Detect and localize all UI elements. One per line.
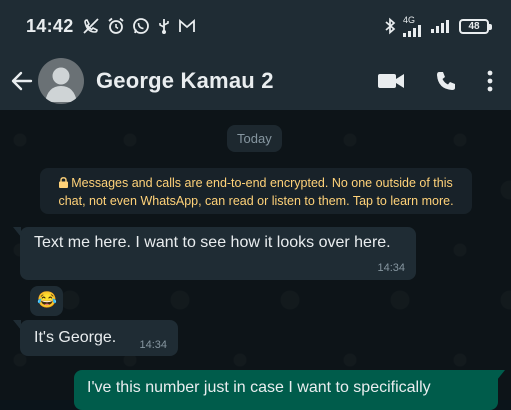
status-time: 14:42 [26,15,74,36]
contact-avatar[interactable] [38,58,84,104]
message-text: Text me here. I want to see how it looks… [34,234,391,251]
message-time: 14:34 [377,262,405,274]
bubble-tail [13,227,21,237]
encryption-notice[interactable]: Messages and calls are end-to-end encryp… [40,168,472,214]
chat-area[interactable]: Today Messages and calls are end-to-end … [0,110,511,410]
lock-icon [59,175,69,188]
avatar-icon [45,67,77,102]
bubble-tail [497,370,505,380]
network-type-label: 4G [403,14,416,25]
status-bar: 14:42 4G 48 [0,0,511,52]
signal-icon: 4G [403,14,425,37]
encryption-notice-text: Messages and calls are end-to-end encryp… [58,176,454,208]
message-text: I've this number just in case I want to … [87,379,431,396]
header-actions [377,70,493,92]
status-notification-icons [82,17,196,35]
message-text: It's George. [34,329,117,346]
status-system-icons: 4G 48 [383,14,492,37]
bluetooth-icon [385,17,396,35]
chat-header: George Kamau 2 [0,52,511,110]
alarm-icon [107,17,124,34]
message-bubble[interactable]: 😂 [30,286,63,316]
usb-icon [158,19,169,34]
signal-icon-2 [431,20,449,33]
bubble-tail [13,320,21,330]
message-bubble[interactable]: It's George. 14:34 [13,320,178,356]
back-arrow-icon [11,71,33,91]
message-bubble[interactable]: Text me here. I want to see how it looks… [13,227,416,280]
whatsapp-icon [132,18,149,34]
date-chip: Today [227,125,282,152]
video-call-icon[interactable] [377,72,405,90]
battery-level: 48 [468,20,480,32]
message-emoji: 😂 [37,292,57,309]
message-time: 14:34 [139,339,167,351]
back-button[interactable] [10,69,34,93]
gmail-icon [178,19,195,32]
no-calls-icon [82,18,99,34]
contact-name[interactable]: George Kamau 2 [96,68,274,94]
battery-icon: 48 [459,18,492,34]
voice-call-icon[interactable] [435,70,457,92]
message-bubble-outgoing[interactable]: I've this number just in case I want to … [74,370,505,410]
more-vert-icon[interactable] [487,70,493,92]
